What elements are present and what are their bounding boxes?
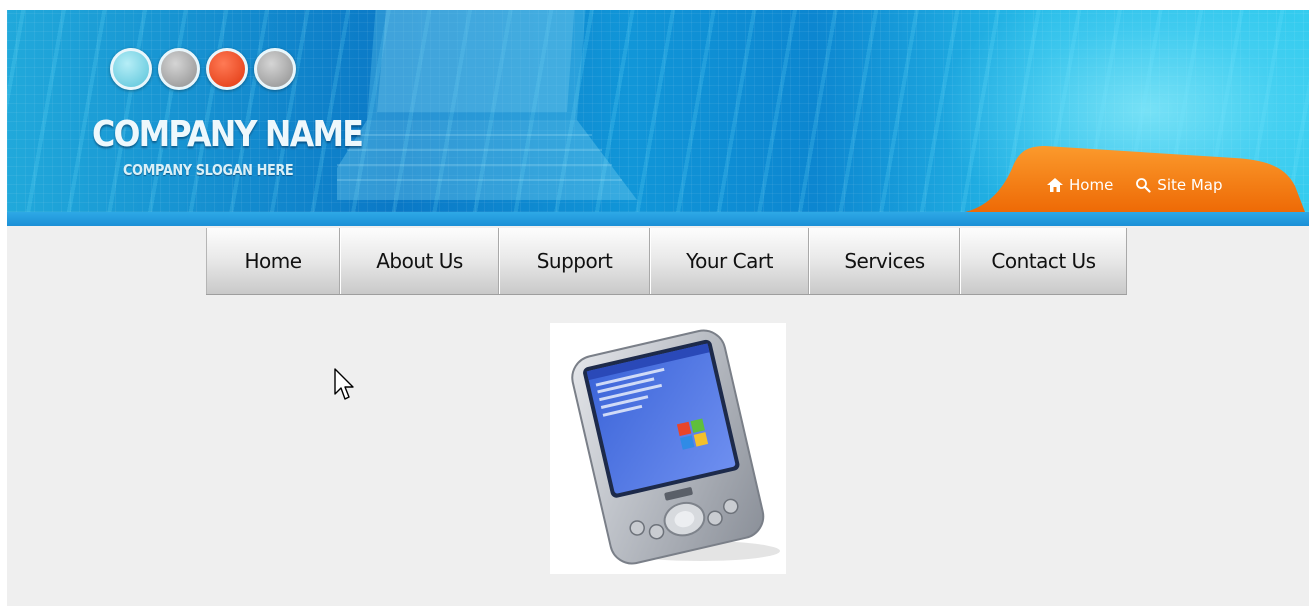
nav-item-about-us[interactable]: About Us	[340, 228, 499, 294]
pda-device-picture	[571, 329, 780, 565]
logo-circle-red	[206, 48, 248, 90]
header-divider-bar	[7, 212, 1309, 226]
logo-circle-gray	[254, 48, 296, 90]
product-image[interactable]	[550, 323, 786, 574]
page: COMPANY NAME COMPANY SLOGAN HERE Home Si…	[7, 10, 1309, 606]
nav-item-your-cart[interactable]: Your Cart	[650, 228, 809, 294]
top-link-site-map-label: Site Map	[1157, 176, 1223, 194]
nav-item-contact-us[interactable]: Contact Us	[960, 228, 1127, 294]
main-nav: Home About Us Support Your Cart Services…	[206, 228, 1127, 295]
top-links: Home Site Map	[1047, 176, 1223, 194]
nav-item-services[interactable]: Services	[809, 228, 960, 294]
logo-circle-cyan	[110, 48, 152, 90]
nav-item-support[interactable]: Support	[499, 228, 650, 294]
top-link-home-label: Home	[1069, 176, 1114, 194]
house-icon	[1047, 178, 1063, 192]
laptop-graphic	[337, 10, 637, 200]
top-link-site-map[interactable]: Site Map	[1135, 176, 1223, 194]
mouse-cursor-icon	[334, 368, 354, 400]
logo-circle-gray	[158, 48, 200, 90]
site-header: COMPANY NAME COMPANY SLOGAN HERE Home Si…	[7, 10, 1309, 212]
magnifier-icon	[1136, 178, 1151, 193]
company-slogan: COMPANY SLOGAN HERE	[123, 161, 294, 179]
nav-item-home[interactable]: Home	[206, 228, 340, 294]
company-name[interactable]: COMPANY NAME	[92, 114, 364, 155]
top-link-home[interactable]: Home	[1047, 176, 1113, 194]
logo-circles	[110, 48, 296, 90]
